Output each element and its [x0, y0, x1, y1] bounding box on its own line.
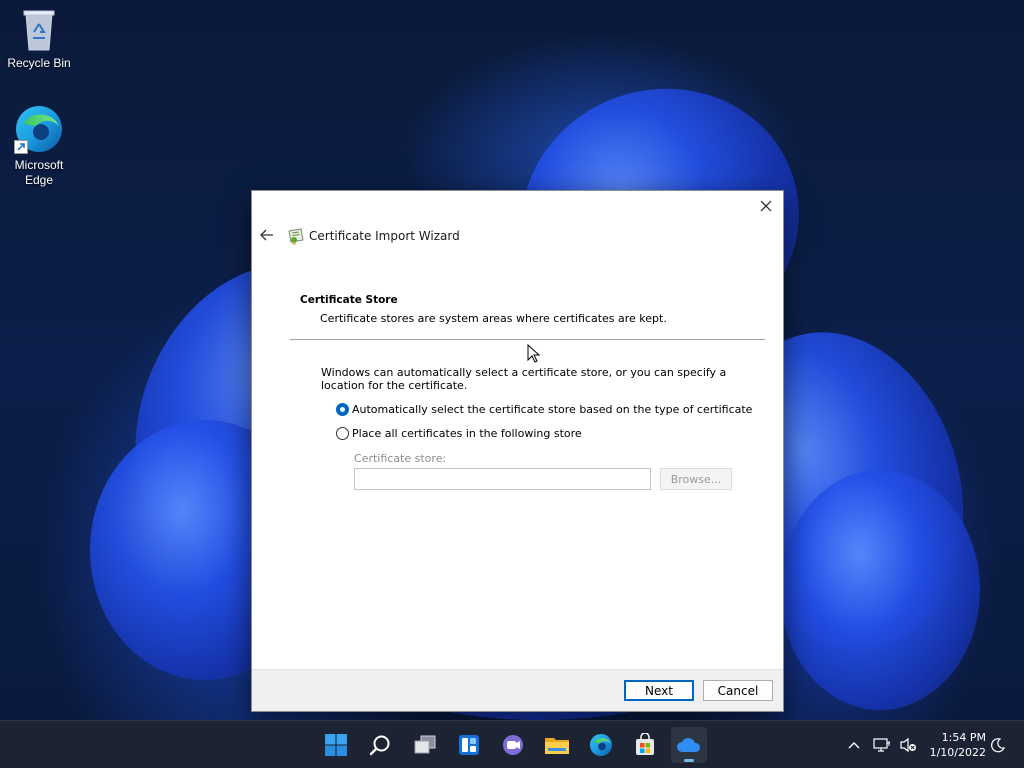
certificate-import-wizard-dialog: Certificate Import Wizard Certificate St…	[251, 190, 784, 712]
store-button[interactable]	[627, 727, 663, 763]
shortcut-arrow-icon	[14, 140, 28, 154]
certificate-store-field[interactable]	[354, 468, 651, 490]
clock-time: 1:54 PM	[941, 731, 986, 744]
clock-date: 1/10/2022	[929, 746, 986, 759]
volume-muted-icon	[900, 737, 916, 753]
back-button[interactable]	[258, 226, 276, 244]
task-view-icon	[414, 735, 436, 754]
volume-button[interactable]	[897, 721, 919, 768]
chevron-up-icon	[848, 742, 860, 749]
widgets-button[interactable]	[451, 727, 487, 763]
onedrive-icon	[677, 738, 701, 752]
recycle-bin-label: Recycle Bin	[7, 56, 71, 70]
focus-assist-button[interactable]	[988, 721, 1008, 768]
dialog-footer: Next Cancel	[252, 669, 783, 711]
browse-button[interactable]: Browse...	[660, 468, 732, 490]
start-icon	[325, 734, 347, 756]
desktop-icon-edge[interactable]: Microsoft Edge	[1, 104, 77, 188]
next-button[interactable]: Next	[624, 680, 694, 701]
widgets-icon	[459, 735, 479, 755]
desktop-icon-recycle-bin[interactable]: Recycle Bin	[1, 8, 77, 71]
wizard-title: Certificate Import Wizard	[309, 229, 460, 243]
file-explorer-icon	[545, 738, 569, 754]
radio-place-in-store[interactable]: Place all certificates in the following …	[336, 427, 582, 440]
radio-auto-select-label: Automatically select the certificate sto…	[352, 403, 753, 416]
onedrive-button[interactable]	[671, 727, 707, 763]
back-arrow-icon	[260, 229, 273, 241]
certificate-icon	[288, 228, 304, 245]
edge-icon	[589, 733, 613, 757]
active-app-indicator	[684, 759, 694, 762]
clock[interactable]: 1:54 PM 1/10/2022	[922, 730, 986, 760]
section-description: Certificate stores are system areas wher…	[320, 312, 667, 325]
store-icon	[636, 733, 654, 755]
mouse-cursor-icon	[527, 344, 541, 363]
close-button[interactable]	[755, 195, 777, 217]
radio-auto-select-indicator[interactable]	[336, 403, 349, 416]
edge-label: Microsoft Edge	[14, 158, 64, 187]
cancel-button[interactable]: Cancel	[703, 680, 773, 701]
edge-taskbar-button[interactable]	[583, 727, 619, 763]
search-button[interactable]	[362, 727, 398, 763]
search-icon	[369, 735, 390, 756]
intro-text: Windows can automatically select a certi…	[321, 366, 727, 392]
edge-desktop-icon	[14, 104, 64, 154]
task-view-button[interactable]	[407, 727, 443, 763]
start-button[interactable]	[318, 727, 354, 763]
moon-icon	[991, 738, 1006, 753]
file-explorer-button[interactable]	[539, 727, 575, 763]
certificate-store-label: Certificate store:	[354, 452, 447, 465]
header-divider	[290, 339, 765, 340]
network-button[interactable]	[871, 721, 893, 768]
taskbar: 1:54 PM 1/10/2022	[0, 720, 1024, 768]
radio-place-in-store-indicator[interactable]	[336, 427, 349, 440]
close-icon	[760, 200, 772, 212]
teams-chat-button[interactable]	[495, 727, 531, 763]
radio-place-in-store-label: Place all certificates in the following …	[352, 427, 582, 440]
recycle-bin-icon	[21, 8, 57, 52]
show-hidden-icons-button[interactable]	[843, 721, 865, 768]
section-title: Certificate Store	[300, 294, 398, 306]
network-icon	[873, 738, 890, 752]
teams-chat-icon	[503, 735, 523, 755]
radio-auto-select[interactable]: Automatically select the certificate sto…	[336, 403, 752, 416]
